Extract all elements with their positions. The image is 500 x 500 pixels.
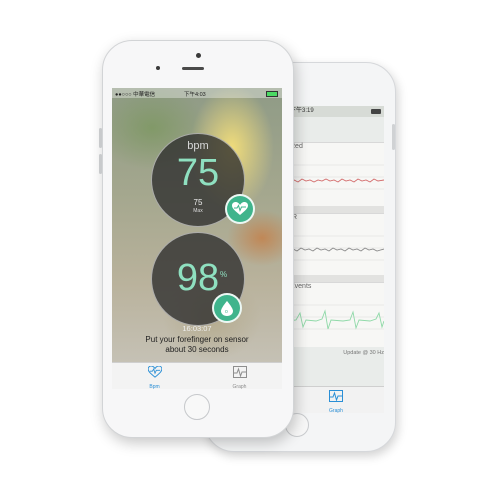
back-tab-bar: Graph xyxy=(288,386,384,414)
back-phone-screen: 下午3:19 Red IR Events Update xyxy=(288,106,384,412)
instruction-line-1: Put your forefinger on sensor xyxy=(145,335,249,344)
back-section-events: Events xyxy=(288,282,384,347)
red-waveform-chart xyxy=(288,164,384,190)
heart-rate-max-label: Max xyxy=(193,208,203,214)
red-waveform-line xyxy=(288,178,384,183)
heart-rate-value: 75 xyxy=(176,152,220,194)
oxygen-unit: % xyxy=(220,270,228,279)
back-phone-side-button xyxy=(392,124,395,150)
oxygen-badge: o xyxy=(212,293,242,323)
graph-icon xyxy=(329,390,343,402)
tab-bpm[interactable]: Bpm xyxy=(112,363,197,390)
tab-graph[interactable]: Graph xyxy=(197,363,282,390)
battery-icon xyxy=(266,91,278,97)
instruction-text: Put your forefinger on sensor about 30 s… xyxy=(112,335,282,355)
heart-rate-max-value: 75 xyxy=(193,198,203,207)
front-status-bar: ●●○○○ 中華電信 下午4:03 xyxy=(112,88,282,98)
status-carrier: ●●○○○ 中華電信 xyxy=(115,92,156,98)
heart-rate-unit-label: bpm xyxy=(187,140,209,152)
measurement-timestamp: 16:03:07 xyxy=(182,324,212,333)
tab-bpm-label: Bpm xyxy=(149,384,160,390)
svg-text:o: o xyxy=(225,309,228,315)
graph-icon xyxy=(232,366,247,378)
front-phone-screen: ●●○○○ 中華電信 下午4:03 bpm 75 75 Max 98 % o 1… xyxy=(112,88,282,388)
back-tab-graph-label: Graph xyxy=(329,408,343,414)
back-status-bar: 下午3:19 xyxy=(288,106,384,117)
back-divider xyxy=(288,206,384,213)
front-home-button xyxy=(184,394,210,420)
front-volume-down-button xyxy=(99,154,102,174)
heart-icon xyxy=(232,202,248,215)
tab-graph-label: Graph xyxy=(232,384,247,390)
front-tab-bar: Bpm Graph xyxy=(112,362,282,390)
back-battery-icon xyxy=(371,109,381,114)
back-update-rate-text: Update @ 30 Hz xyxy=(343,350,384,356)
back-divider xyxy=(288,275,384,282)
events-waveform-chart xyxy=(288,304,384,330)
front-volume-up-button xyxy=(99,128,102,148)
back-tab-graph[interactable]: Graph xyxy=(288,389,384,414)
front-speaker xyxy=(182,67,204,70)
front-proximity-sensor xyxy=(156,66,160,70)
ir-waveform-chart xyxy=(288,235,384,261)
heart-badge xyxy=(225,194,255,224)
status-time: 下午4:03 xyxy=(184,92,206,98)
back-section-ir: IR xyxy=(288,213,384,276)
heart-pulse-icon xyxy=(147,365,162,378)
water-drop-icon: o xyxy=(221,300,233,316)
ir-waveform-line xyxy=(288,247,384,252)
events-waveform-line xyxy=(288,309,384,330)
instruction-line-2: about 30 seconds xyxy=(165,345,229,354)
front-camera xyxy=(196,53,201,58)
back-section-red: Red xyxy=(288,142,384,207)
